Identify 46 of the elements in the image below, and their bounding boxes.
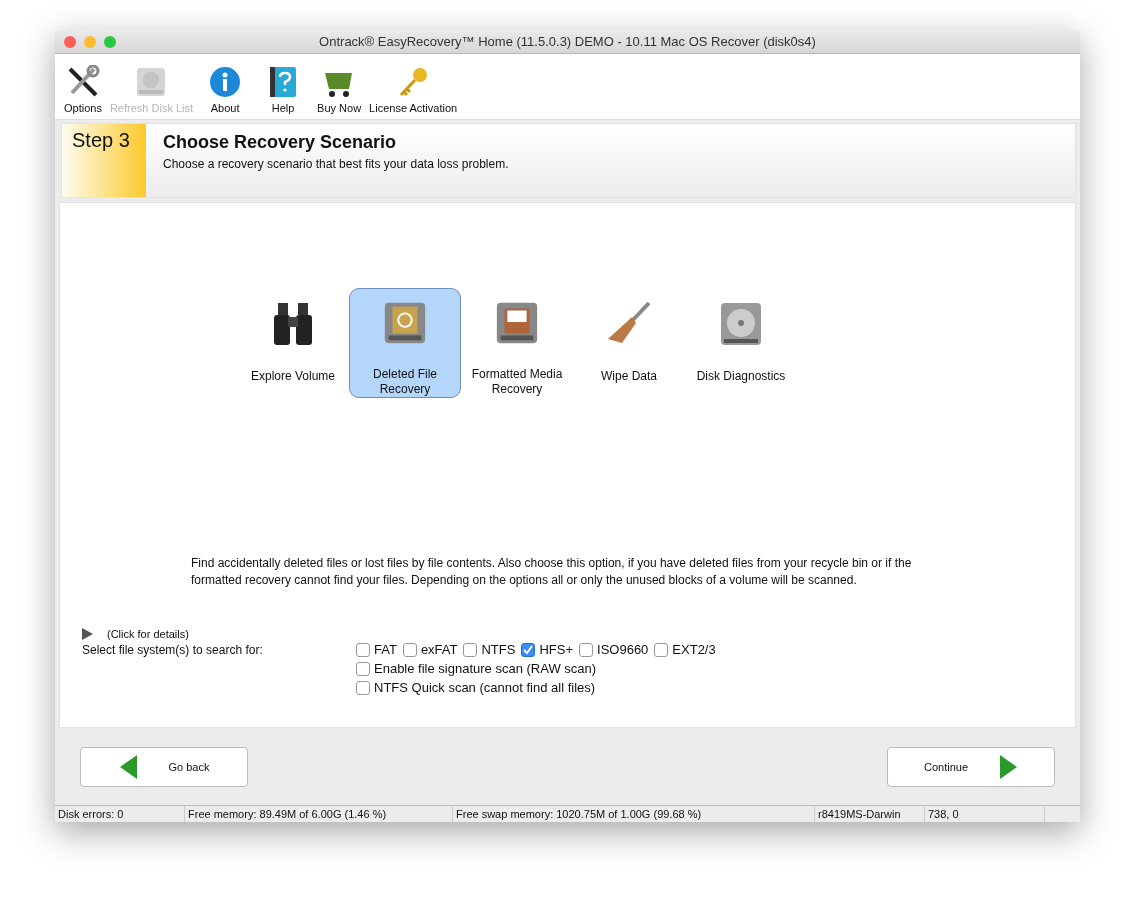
- file-system-checkbox[interactable]: exFAT: [402, 642, 458, 658]
- toolbar-button[interactable]: Options: [61, 64, 105, 114]
- status-text: r8419MS-Darwin: [815, 806, 925, 822]
- step-badge: Step 3: [62, 123, 146, 198]
- disclosure-triangle-icon: [82, 628, 93, 641]
- window-title: Ontrack® EasyRecovery™ Home (11.5.0.3) DEMO - 10.11 Mac OS Recover (disk0s4): [319, 33, 816, 49]
- checkbox[interactable]: [402, 642, 417, 657]
- scenario-option[interactable]: Deleted File Recovery: [349, 288, 461, 399]
- checkbox[interactable]: [579, 642, 594, 657]
- file-system-label: Select file system(s) to search for:: [82, 642, 264, 660]
- status-text: 738, 0: [925, 806, 1045, 822]
- scan-option-checkbox[interactable]: NTFS Quick scan (cannot find all files): [356, 680, 716, 696]
- file-system-checkbox[interactable]: EXT2/3: [654, 642, 716, 658]
- scenario-option[interactable]: Explore Volume: [237, 288, 349, 399]
- checkbox[interactable]: [463, 642, 478, 657]
- file-system-checkbox[interactable]: NTFS: [463, 642, 516, 658]
- file-system-checkbox[interactable]: HFS+: [521, 642, 574, 658]
- checkbox[interactable]: [654, 642, 669, 657]
- status-text: Free memory: 89.49M of 6.00G (1.46 %): [185, 806, 453, 822]
- step-title: Choose Recovery Scenario: [163, 131, 398, 153]
- zoom-button[interactable]: [104, 36, 116, 48]
- scenario-option[interactable]: Disk Diagnostics: [685, 288, 797, 399]
- status-text: Disk errors: 0: [55, 806, 185, 822]
- toolbar-button[interactable]: Buy Now: [314, 64, 365, 114]
- scenario-option[interactable]: Formatted Media Recovery: [461, 288, 573, 399]
- continue-button[interactable]: Continue: [887, 746, 1055, 787]
- scenario-description: Find accidentally deleted files or lost files by file contents. Also choose this option, if you have deleted files from your recycle bin or if the formatted recovery cannot find your files. Depending on the options all or only the unused blocks of a volume will be scanned.: [191, 555, 913, 589]
- go-back-button[interactable]: Go back: [80, 746, 248, 787]
- details-toggle[interactable]: (Click for details): [82, 628, 222, 641]
- step-subtitle: Choose a recovery scenario that best fits your data loss problem.: [163, 156, 509, 171]
- toolbar-button[interactable]: Help: [254, 64, 313, 114]
- file-system-checkbox[interactable]: FAT: [356, 642, 397, 658]
- status-text: Free swap memory: 1020.75M of 1.00G (99.68 %): [453, 806, 815, 822]
- left-arrow-icon: [118, 753, 139, 780]
- checkbox[interactable]: [356, 642, 370, 657]
- file-system-checkbox[interactable]: ISO9660: [579, 642, 649, 658]
- close-button[interactable]: [64, 36, 76, 48]
- info-icon: [208, 64, 243, 99]
- right-arrow-icon: [998, 753, 1018, 780]
- scan-option-checkbox[interactable]: Enable file signature scan (RAW scan): [356, 661, 716, 677]
- toolbar-button[interactable]: About: [198, 64, 253, 114]
- toolbar-button[interactable]: License Activation: [366, 64, 461, 114]
- scenario-option[interactable]: Wipe Data: [573, 288, 685, 399]
- checkbox[interactable]: [356, 680, 370, 695]
- checkbox[interactable]: [356, 661, 370, 676]
- checkbox[interactable]: [521, 642, 536, 657]
